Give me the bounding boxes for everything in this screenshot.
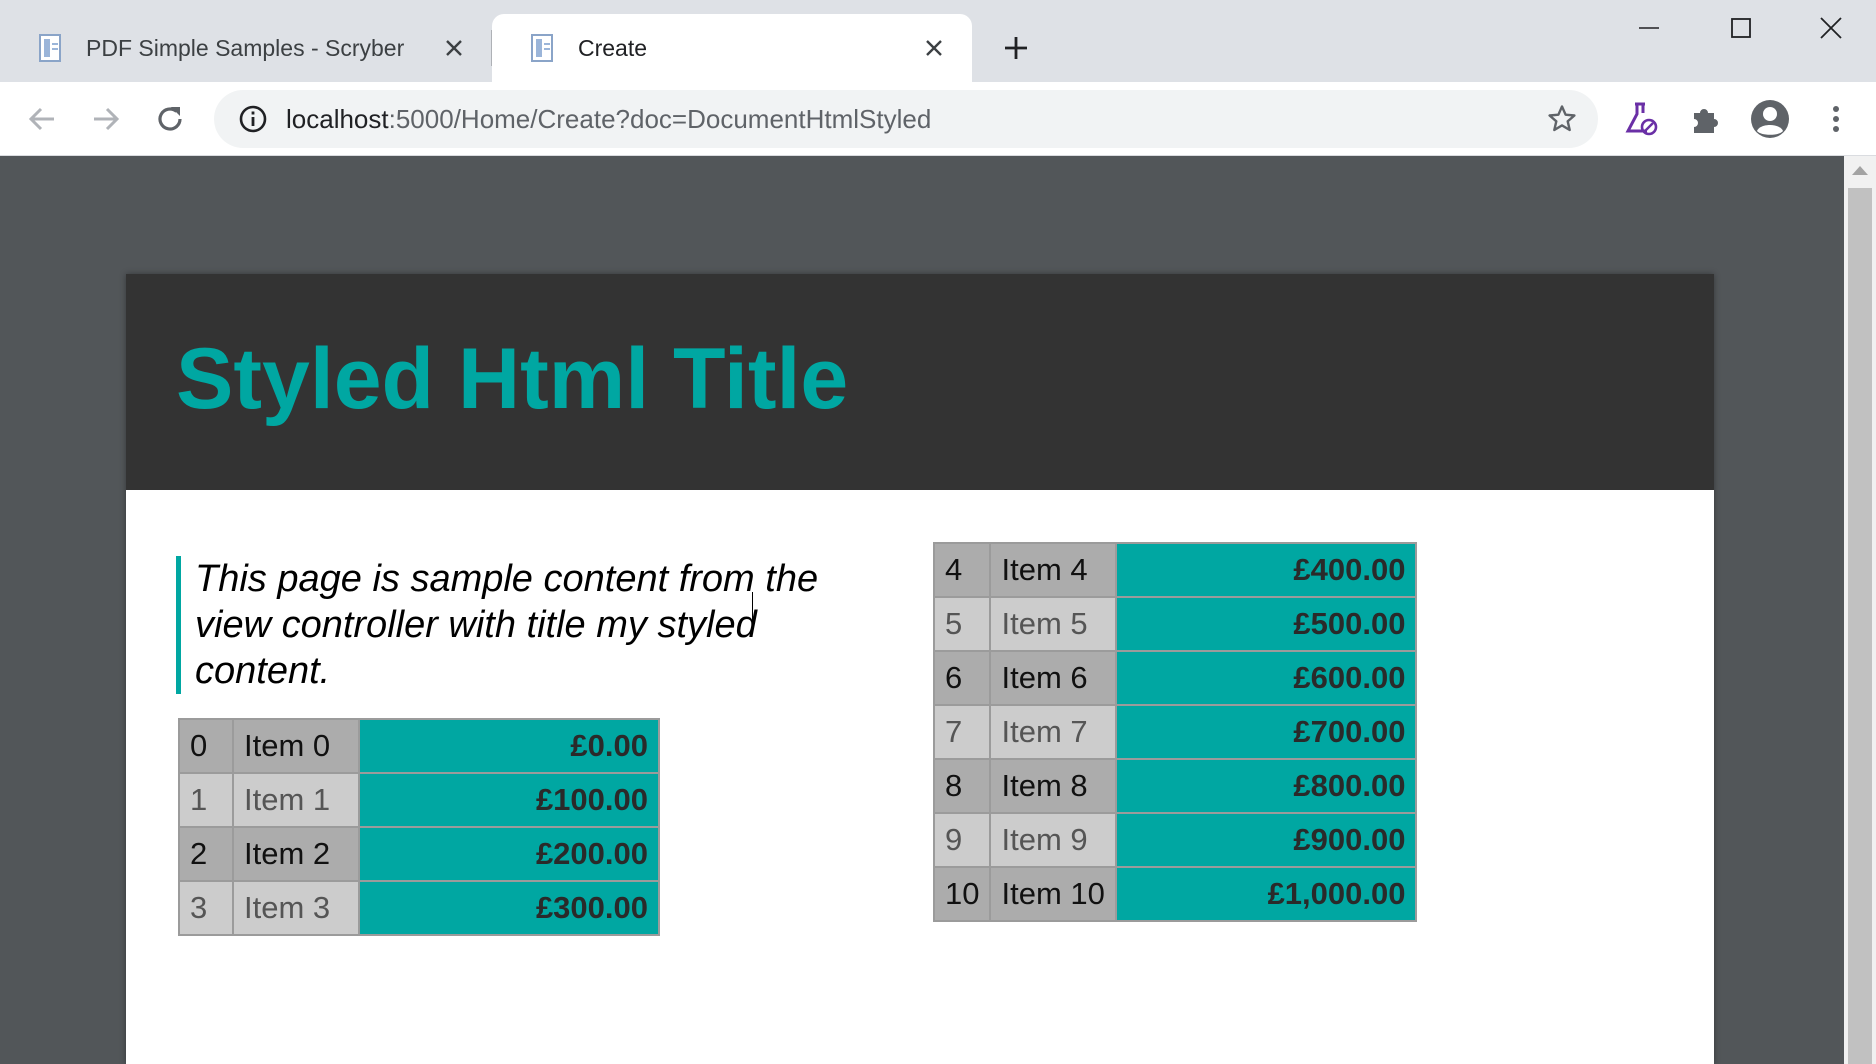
row-number: 7 [932, 704, 992, 760]
table-row: 0 Item 0 £0.00 [178, 718, 660, 774]
table-row: 1 Item 1 £100.00 [178, 772, 660, 828]
row-price: £100.00 [358, 772, 660, 828]
tab-title: Create [578, 34, 648, 61]
row-name: Item 7 [989, 704, 1118, 760]
forward-button[interactable] [82, 95, 130, 143]
close-icon[interactable] [434, 28, 474, 68]
minimize-button[interactable] [1604, 0, 1694, 56]
close-icon [1820, 17, 1842, 39]
row-price: £400.00 [1115, 542, 1418, 598]
row-price: £1,000.00 [1115, 866, 1418, 922]
back-icon [28, 107, 54, 131]
table-row: 7 Item 7 £700.00 [932, 704, 1418, 760]
close-window-button[interactable] [1786, 0, 1876, 56]
scroll-thumb[interactable] [1848, 188, 1872, 1064]
address-bar[interactable]: localhost:5000/Home/Create?doc=DocumentH… [214, 90, 1598, 148]
plus-icon [1005, 37, 1027, 59]
tab-create[interactable]: Create [492, 14, 972, 82]
row-price: £700.00 [1115, 704, 1418, 760]
table-row: 6 Item 6 £600.00 [932, 650, 1418, 706]
reload-button[interactable] [146, 95, 194, 143]
intro-blockquote: This page is sample content from the vie… [176, 556, 875, 694]
new-tab-button[interactable] [996, 28, 1036, 68]
row-number: 0 [178, 718, 234, 774]
menu-icon [1833, 106, 1839, 132]
row-name: Item 3 [232, 880, 360, 936]
row-number: 6 [932, 650, 992, 706]
extensions-icon [1694, 109, 1718, 133]
table-row: 3 Item 3 £300.00 [178, 880, 660, 936]
browser-menu-button[interactable] [1812, 95, 1860, 143]
row-price: £900.00 [1115, 812, 1418, 868]
table-row: 4 Item 4 £400.00 [932, 542, 1418, 598]
table-row: 9 Item 9 £900.00 [932, 812, 1418, 868]
url-host: localhost [286, 103, 389, 134]
labs-button[interactable] [1617, 95, 1665, 143]
row-name: Item 10 [989, 866, 1118, 922]
row-name: Item 0 [232, 718, 360, 774]
tab-pdf-simple-samples[interactable]: PDF Simple Samples - Scryber [0, 14, 492, 82]
info-icon[interactable] [236, 102, 270, 136]
tab-title: PDF Simple Samples - Scryber [86, 34, 405, 61]
pdf-page: Styled Html Title This page is sample co… [126, 274, 1714, 1064]
back-button[interactable] [18, 95, 66, 143]
items-table-left: 0 Item 0 £0.00 1 Item 1 £100.00 2 Item 2… [178, 718, 660, 936]
row-number: 4 [932, 542, 992, 598]
row-name: Item 1 [232, 772, 360, 828]
row-number: 10 [932, 866, 992, 922]
reload-icon [158, 107, 182, 131]
vertical-scrollbar[interactable] [1844, 156, 1876, 1064]
row-name: Item 2 [232, 826, 360, 882]
star-icon[interactable] [1540, 97, 1584, 141]
row-number: 1 [178, 772, 234, 828]
table-row: 5 Item 5 £500.00 [932, 596, 1418, 652]
row-name: Item 6 [989, 650, 1118, 706]
url-path: :5000/Home/Create?doc=DocumentHtmlStyled [388, 103, 932, 134]
row-price: £300.00 [358, 880, 660, 936]
table-row: 2 Item 2 £200.00 [178, 826, 660, 882]
row-number: 8 [932, 758, 992, 814]
browser-toolbar: localhost:5000/Home/Create?doc=DocumentH… [0, 82, 1876, 156]
maximize-icon [1731, 18, 1751, 38]
row-price: £500.00 [1115, 596, 1418, 652]
row-number: 9 [932, 812, 992, 868]
row-price: £800.00 [1115, 758, 1418, 814]
scroll-up-arrow[interactable] [1852, 166, 1868, 175]
maximize-button[interactable] [1696, 0, 1786, 56]
document-icon [39, 34, 61, 62]
table-row: 8 Item 8 £800.00 [932, 758, 1418, 814]
profile-icon [1751, 100, 1789, 138]
row-name: Item 5 [989, 596, 1118, 652]
row-number: 5 [932, 596, 992, 652]
row-name: Item 8 [989, 758, 1118, 814]
text-cursor [752, 592, 755, 622]
row-price: £200.00 [358, 826, 660, 882]
row-price: £600.00 [1115, 650, 1418, 706]
minimize-icon [1639, 27, 1659, 29]
tab-strip: PDF Simple Samples - Scryber Create [0, 0, 1876, 82]
document-icon [531, 34, 553, 62]
page-title: Styled Html Title [176, 331, 849, 427]
items-table-right: 4 Item 4 £400.00 5 Item 5 £500.00 6 Item… [932, 542, 1418, 922]
url-text[interactable]: localhost:5000/Home/Create?doc=DocumentH… [286, 104, 1540, 135]
profile-button[interactable] [1746, 95, 1794, 143]
labs-icon [1625, 102, 1658, 136]
close-icon[interactable] [914, 28, 954, 68]
row-number: 3 [178, 880, 234, 936]
row-price: £0.00 [358, 718, 660, 774]
page-header: Styled Html Title [126, 274, 1714, 490]
forward-icon [94, 107, 120, 131]
table-row: 10 Item 10 £1,000.00 [932, 866, 1418, 922]
row-name: Item 9 [989, 812, 1118, 868]
row-name: Item 4 [989, 542, 1118, 598]
row-number: 2 [178, 826, 234, 882]
extensions-button[interactable] [1682, 95, 1730, 143]
